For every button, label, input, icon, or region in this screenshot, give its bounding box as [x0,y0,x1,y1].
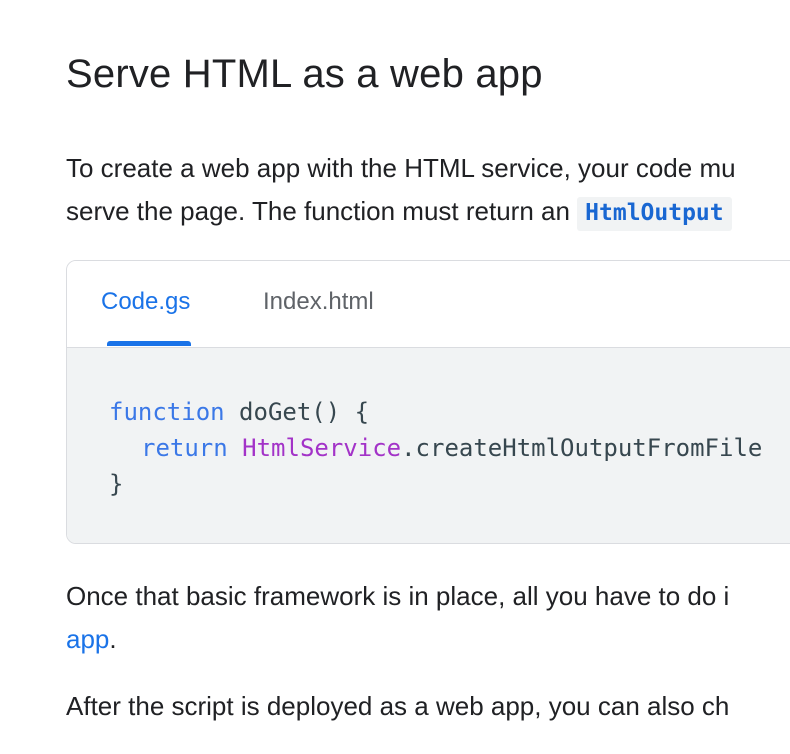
code-class-htmlservice: HtmlService [242,434,402,462]
code-line-3: } [109,470,124,498]
framework-period: . [109,624,117,654]
code-line-2: return HtmlService.createHtmlOutputFromF… [141,430,762,466]
deployed-line-1: After the script is deployed as a web ap… [66,691,730,721]
deploy-web-app-link[interactable]: app [66,624,109,654]
intro-line-1: To create a web app with the HTML servic… [66,153,736,183]
code-method-call: .createHtmlOutputFromFile [401,434,763,462]
framework-line-1: Once that basic framework is in place, a… [66,581,730,611]
code-tabs: Code.gs Index.html [67,261,790,348]
intro-paragraph: To create a web app with the HTML servic… [66,147,736,235]
code-keyword-return: return [141,434,228,462]
active-tab-indicator [107,341,191,346]
framework-line-2: app. [66,618,729,661]
tab-code-gs[interactable]: Code.gs [101,288,190,316]
intro-line-2-text: serve the page. The function must return… [66,196,578,226]
code-line-1: function doGet() { [109,394,369,430]
code-keyword-function: function [109,398,225,426]
deployed-paragraph: After the script is deployed as a web ap… [66,685,729,728]
framework-paragraph: Once that basic framework is in place, a… [66,575,729,661]
page-title: Serve HTML as a web app [66,52,543,96]
inline-code-htmloutput: HtmlOutput [577,197,732,231]
code-sample-card: Code.gs Index.html function doGet() { re… [66,260,790,544]
tab-index-html[interactable]: Index.html [263,288,374,316]
intro-line-2: serve the page. The function must return… [66,190,736,235]
code-function-signature: doGet() { [224,398,370,426]
code-block: function doGet() { return HtmlService.cr… [67,348,790,543]
